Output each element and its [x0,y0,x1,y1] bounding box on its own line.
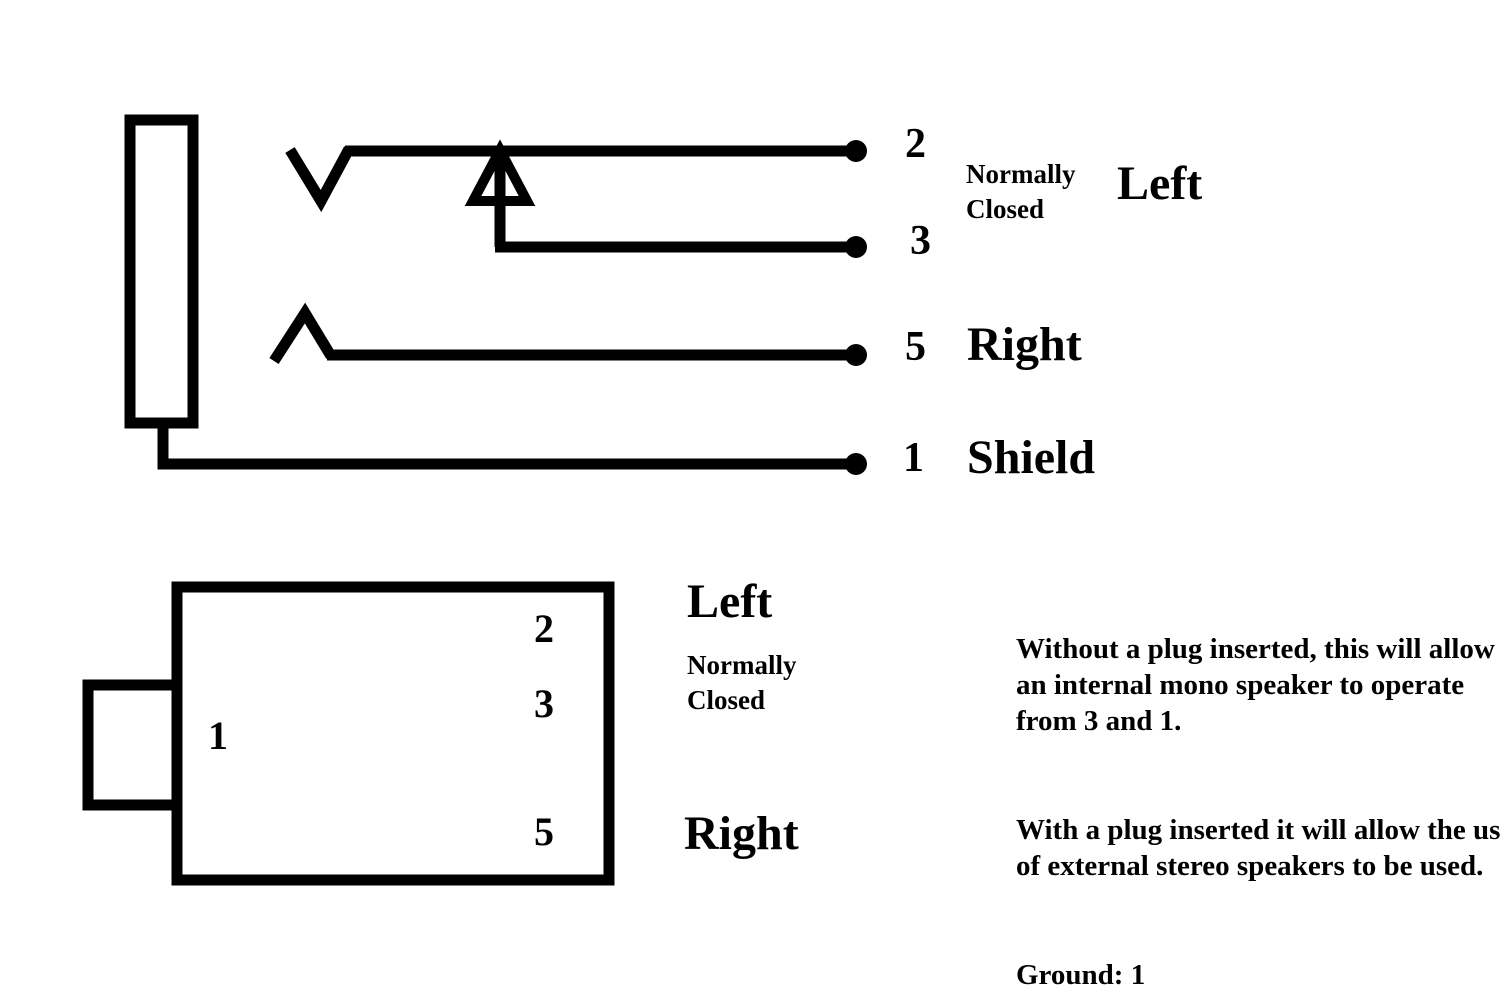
channel-label-left-bottom: Left [687,575,773,628]
channel-label-left-top: Left [1117,157,1203,210]
normally-closed-bottom-line2: Closed [687,684,766,715]
shield-wire [157,420,848,470]
connector-barrel-tab [82,679,183,811]
normally-closed-line1: Normally [966,159,1076,189]
connector-pin-label-2: 2 [534,606,554,651]
pin-label-2: 2 [905,121,926,167]
jack-body-rect [124,114,199,429]
pin-label-1: 1 [903,435,924,481]
left-contact-v-symbol [285,146,354,213]
terminal-dot-pin2 [845,140,867,162]
terminal-dot-pin1 [845,453,867,475]
normally-closed-note-bottom: Normally Closed [687,648,796,717]
normally-closed-line2: Closed [966,193,1045,224]
notes-line-3: Ground: 1 [1016,958,1146,991]
connector-pin-label-3: 3 [534,681,554,726]
notes-block: Without a plug inserted, this will allow… [1016,558,1500,1000]
terminal-dot-pin3 [845,236,867,258]
channel-label-shield: Shield [967,431,1096,484]
terminal-dot-pin5 [845,344,867,366]
connector-pin-label-1: 1 [208,713,228,758]
connector-pin-label-5: 5 [534,809,554,854]
notes-line-1: Without a plug inserted, this will allow… [1016,632,1495,738]
normally-closed-note-top: Normally Closed [966,157,1075,226]
channel-label-right-bottom: Right [684,807,799,860]
pin-label-5: 5 [905,324,926,370]
notes-line-2: With a plug inserted it will allow the u… [1016,813,1500,882]
right-contact-caret-symbol [269,302,336,364]
normally-closed-bottom-line1: Normally [687,650,797,680]
channel-label-right-top: Right [967,318,1082,371]
diagram-canvas: 2 Normally Closed Left 3 5 Right 1 Shield… [0,0,1500,1000]
pin-label-3: 3 [910,218,931,264]
